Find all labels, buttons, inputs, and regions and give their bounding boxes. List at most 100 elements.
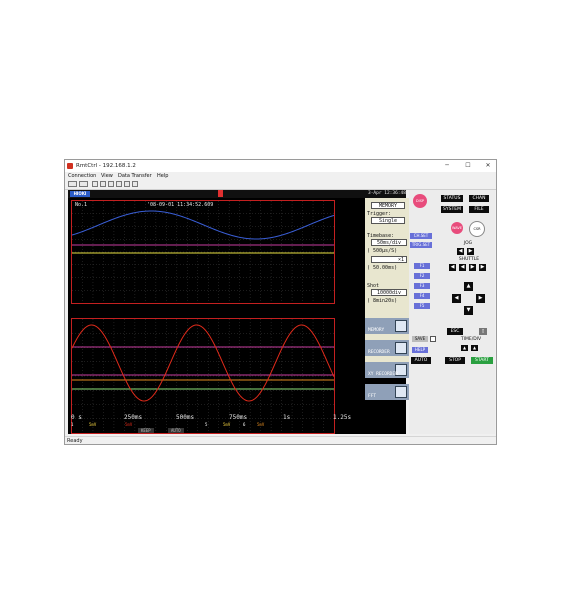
tab-label: FFT: [368, 394, 377, 399]
tab-xy-recorder[interactable]: XY RECORDER: [365, 362, 409, 378]
copy-icon[interactable]: [108, 181, 114, 187]
arrow-right-button[interactable]: ▶: [476, 294, 485, 303]
screen-number: No.1: [75, 202, 88, 208]
time-range: ( 50.00ms): [367, 265, 398, 271]
menu-view[interactable]: View: [101, 172, 113, 180]
ch-range: 5mV: [257, 422, 265, 427]
wave-button[interactable]: WAVE: [451, 222, 463, 234]
system-button[interactable]: SYSTEM: [441, 206, 463, 213]
tab-label: RECORDER: [368, 350, 390, 355]
tab-label: MEMORY: [368, 328, 385, 333]
info-icon[interactable]: [132, 181, 138, 187]
tab-recorder[interactable]: RECORDER: [365, 340, 409, 356]
menu-help[interactable]: Help: [157, 172, 168, 180]
ch-number: 5: [205, 422, 208, 427]
file-button[interactable]: FILE: [469, 206, 489, 213]
disp-button[interactable]: DISP: [413, 194, 427, 208]
help-button[interactable]: HELP: [412, 347, 428, 353]
shuttle-right-button[interactable]: ▶: [469, 264, 476, 271]
save-icon[interactable]: [92, 181, 98, 187]
chset-button[interactable]: CH.SET: [410, 233, 432, 239]
tab-memory[interactable]: MEMORY: [365, 318, 409, 334]
ch-range: 5mV: [89, 422, 97, 427]
magnify-box[interactable]: ×1: [371, 256, 407, 263]
f5-button[interactable]: F5: [414, 303, 430, 309]
f1-button[interactable]: F1: [414, 263, 430, 269]
status-bar: Ready: [65, 436, 496, 446]
close-button[interactable]: ✕: [481, 160, 495, 172]
keep-tag: KEEP: [138, 428, 154, 433]
jog-left-button[interactable]: ◀: [457, 248, 464, 255]
shuttle-left-button[interactable]: ◀: [459, 264, 466, 271]
channel-status-bar: 1 5mV 5mV 5 5mV 6 5mV: [71, 422, 333, 428]
trigger-time: '08-09-01 11:34:52.609: [147, 202, 214, 208]
timebase-box[interactable]: 50ms/div: [371, 239, 407, 246]
shot-time: ( 8min20s): [367, 298, 398, 304]
lock-button[interactable]: ▯: [479, 328, 487, 335]
shuttle-fast-left-button[interactable]: ◀: [449, 264, 456, 271]
menu-data-transfer[interactable]: Data Transfer: [118, 172, 152, 180]
esc-button[interactable]: ESC: [447, 328, 463, 335]
maximize-button[interactable]: ☐: [461, 160, 475, 172]
settings-icon[interactable]: [124, 181, 130, 187]
window-title: RmtCtrl - 192.168.1.2: [76, 163, 136, 169]
jog-label: JOG: [463, 241, 473, 246]
csr-button[interactable]: CSR: [469, 221, 485, 237]
tab-fft[interactable]: FFT: [365, 384, 409, 400]
tick-label: 0 s: [71, 414, 82, 421]
oscilloscope-screen: HIOKI 3-Apr 12:36:48 No.1 '08-09-01 11:3…: [68, 190, 409, 434]
auto-tag: AUTO: [168, 428, 184, 433]
trigger-mode-box[interactable]: Single: [371, 217, 405, 224]
time-div-label: TIME/DIV: [460, 337, 482, 342]
memory-icon: [395, 320, 407, 332]
save-button[interactable]: SAVE: [412, 336, 428, 342]
recorder-icon: [395, 342, 407, 354]
jog-right-button[interactable]: ▶: [467, 248, 474, 255]
blue-sine-trace: [72, 210, 334, 240]
tick-label: 500ms: [176, 414, 195, 421]
tick-label: 750ms: [229, 414, 248, 421]
disconnect-icon[interactable]: [79, 181, 88, 187]
tick-label: 1s: [283, 414, 291, 421]
shuttle-label: SHUTTLE: [458, 257, 480, 262]
save-indicator: [430, 336, 436, 342]
upper-grid: [72, 201, 334, 303]
status-button[interactable]: STATUS: [441, 195, 463, 202]
time-axis: 0 s 250ms 500ms 750ms 1s 1.25s: [71, 414, 351, 422]
tick-label: 250ms: [124, 414, 143, 421]
time-div-up-button[interactable]: ▲: [461, 345, 468, 351]
chan-button[interactable]: CHAN: [469, 195, 489, 202]
arrow-left-button[interactable]: ◀: [452, 294, 461, 303]
control-panel: DISP STATUS CHAN SYSTEM FILE WAVE CSR CH…: [409, 190, 495, 434]
time-div-down-button[interactable]: ▲: [471, 345, 478, 351]
f4-button[interactable]: F4: [414, 293, 430, 299]
trigset-button[interactable]: TRIG.SET: [410, 242, 432, 248]
f3-button[interactable]: F3: [414, 283, 430, 289]
shuttle-fast-right-button[interactable]: ▶: [479, 264, 486, 271]
print-icon[interactable]: [100, 181, 106, 187]
upper-waveform-svg: [72, 201, 334, 303]
arrow-up-button[interactable]: ▲: [464, 282, 473, 291]
fft-icon: [395, 386, 407, 398]
menu-bar: Connection View Data Transfer Help: [65, 172, 496, 180]
menu-connection[interactable]: Connection: [68, 172, 96, 180]
stop-button[interactable]: STOP: [445, 357, 465, 364]
shot-box[interactable]: 10000div: [371, 289, 407, 296]
start-button[interactable]: START: [471, 357, 493, 364]
scope-header: HIOKI 3-Apr 12:36:48: [68, 190, 406, 198]
arrow-down-button[interactable]: ▼: [464, 306, 473, 315]
trigger-marker: [218, 190, 223, 197]
minimize-button[interactable]: ─: [440, 160, 454, 172]
transfer-icon[interactable]: [116, 181, 122, 187]
brand-logo: HIOKI: [70, 191, 90, 197]
auto-button[interactable]: AUTO: [411, 357, 431, 364]
f2-button[interactable]: F2: [414, 273, 430, 279]
ch-range: 5mV: [125, 422, 133, 427]
function-box[interactable]: MEMORY: [371, 202, 405, 209]
ch-number: 6: [243, 422, 246, 427]
tab-label: XY RECORDER: [368, 372, 398, 377]
datetime: 3-Apr 12:36:48: [368, 191, 406, 196]
status-text: Ready: [67, 438, 83, 444]
waveform-panel-upper[interactable]: No.1 '08-09-01 11:34:52.609: [71, 200, 335, 304]
connect-icon[interactable]: [68, 181, 77, 187]
